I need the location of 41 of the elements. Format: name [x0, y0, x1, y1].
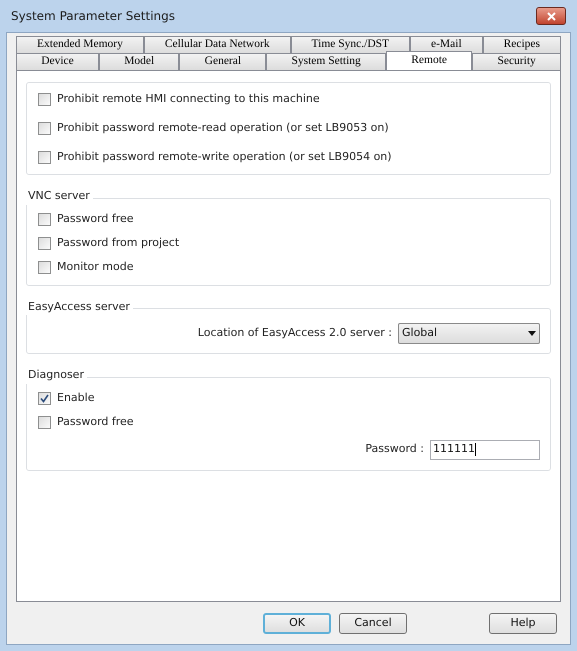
checkmark-icon: [40, 394, 49, 403]
checkbox-label: Password free: [57, 414, 134, 430]
checkbox[interactable]: [38, 261, 51, 274]
checkbox[interactable]: [38, 151, 51, 164]
checkbox[interactable]: [38, 122, 51, 135]
checkbox[interactable]: [38, 392, 51, 405]
tab[interactable]: Remote: [386, 51, 472, 70]
checkbox-label: Monitor mode: [57, 259, 134, 276]
password-label: Password :: [365, 441, 424, 458]
checkbox-label: Password from project: [57, 235, 180, 252]
tab[interactable]: Extended Memory: [16, 36, 144, 53]
tab[interactable]: System Setting: [266, 53, 386, 70]
tab[interactable]: Model: [99, 53, 180, 70]
checkbox[interactable]: [38, 93, 51, 106]
tab[interactable]: Cellular Data Network: [144, 36, 291, 53]
tab[interactable]: General: [179, 53, 266, 70]
checkbox[interactable]: [38, 213, 51, 226]
dialog-button[interactable]: Help: [489, 612, 557, 634]
group-title: VNC server: [26, 188, 93, 204]
location-dropdown[interactable]: Global: [398, 322, 540, 344]
tab[interactable]: Recipes: [482, 36, 561, 53]
checkbox[interactable]: [38, 416, 51, 429]
close-icon: [546, 12, 556, 20]
group-title: Diagnoser: [26, 367, 87, 384]
window-title: System Parameter Settings: [11, 8, 176, 25]
dropdown-label: Location of EasyAccess 2.0 server :: [198, 324, 392, 341]
tab[interactable]: Time Sync./DST: [290, 36, 410, 53]
checkbox-label: Password free: [57, 211, 134, 228]
close-button[interactable]: [536, 7, 566, 25]
caret-icon: [528, 330, 536, 336]
checkbox-label: Prohibit password remote-write operation (or set LB9054 on): [57, 149, 392, 166]
checkbox-label: Prohibit password remote-read operation (or set LB9053 on): [57, 120, 389, 136]
checkbox-label: Prohibit remote HMI connecting to this machine: [57, 91, 320, 108]
tab[interactable]: e-Mail: [410, 36, 483, 53]
tab[interactable]: Security: [472, 53, 561, 70]
dialog-button[interactable]: OK: [263, 612, 331, 634]
checkbox[interactable]: [38, 237, 51, 250]
checkbox-label: Enable: [57, 390, 94, 406]
dialog-button[interactable]: Cancel: [339, 612, 407, 634]
password-field[interactable]: 111111: [430, 440, 540, 460]
tab[interactable]: Device: [16, 53, 99, 70]
